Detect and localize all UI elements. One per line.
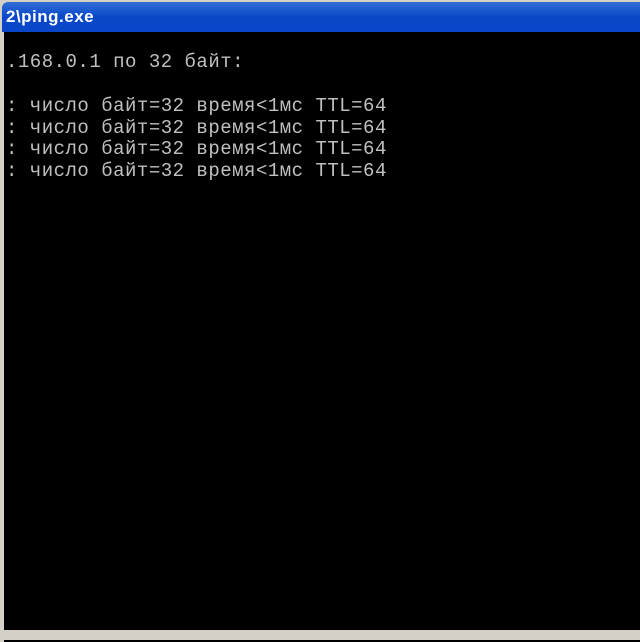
console-frame: .168.0.1 по 32 байт: : число байт=32 вре… — [2, 32, 640, 642]
titlebar[interactable]: 2\ping.exe — [2, 2, 640, 32]
ping-reply-line: : число байт=32 время<1мс TTL=64 — [6, 160, 387, 182]
console-window: 2\ping.exe .168.0.1 по 32 байт: : число … — [0, 0, 640, 640]
ping-reply-line: : число байт=32 время<1мс TTL=64 — [6, 95, 387, 117]
window-border-bottom — [0, 630, 640, 640]
ping-reply-line: : число байт=32 время<1мс TTL=64 — [6, 138, 387, 160]
ping-header-line: .168.0.1 по 32 байт: — [6, 51, 244, 73]
console-output[interactable]: .168.0.1 по 32 байт: : число байт=32 вре… — [6, 34, 638, 640]
window-title: 2\ping.exe — [6, 7, 94, 27]
ping-reply-line: : число байт=32 время<1мс TTL=64 — [6, 117, 387, 139]
